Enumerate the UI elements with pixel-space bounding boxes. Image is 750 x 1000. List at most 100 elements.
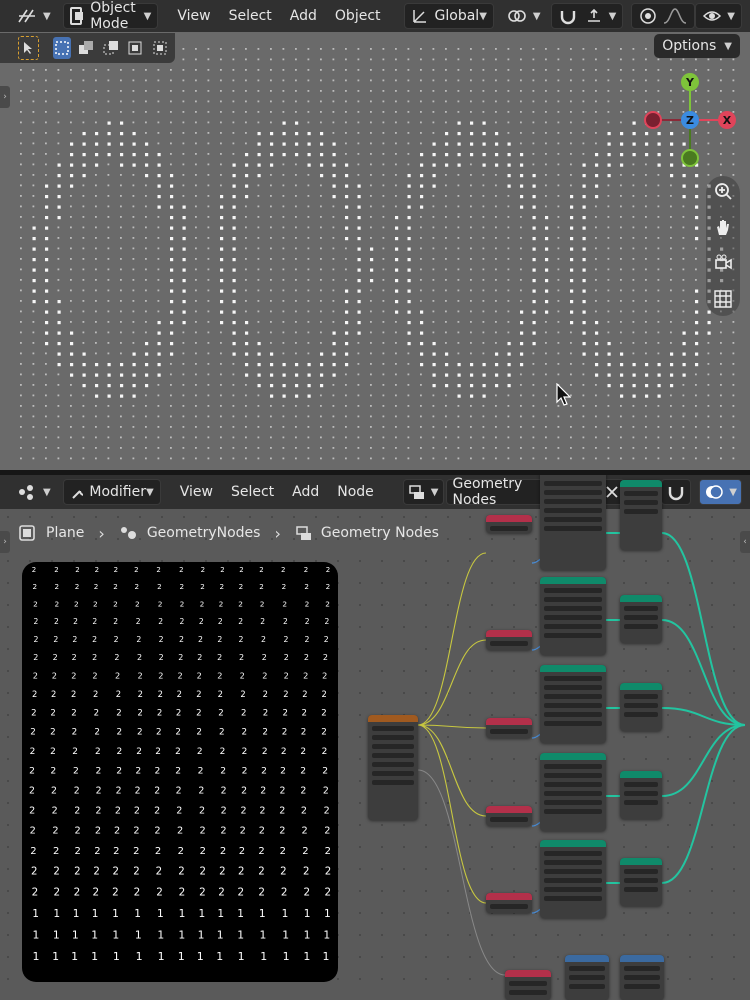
point: [257, 373, 261, 377]
select-subtract-button[interactable]: [102, 37, 121, 59]
point: [395, 457, 397, 460]
string-to-curves-node[interactable]: [540, 753, 606, 831]
point: [482, 142, 486, 146]
select-new-button[interactable]: [52, 37, 71, 59]
point: [270, 258, 272, 260]
point: [257, 216, 260, 218]
point: [70, 174, 74, 178]
select-extend-button[interactable]: [77, 37, 96, 59]
fill-curve-node[interactable]: [620, 480, 662, 550]
point: [632, 310, 635, 313]
separate-xyz-node[interactable]: [565, 955, 609, 1000]
string-to-curves-node[interactable]: [540, 840, 606, 918]
preview-glyph: 2: [241, 785, 247, 796]
point: [607, 195, 610, 197]
axis-x-handle[interactable]: X: [718, 111, 736, 129]
string-to-curves-node[interactable]: [540, 665, 606, 743]
point: [607, 163, 611, 167]
point: [607, 121, 610, 124]
point: [545, 279, 549, 283]
toolbar-expand-tab[interactable]: ›: [0, 86, 10, 108]
select-tool-button[interactable]: [18, 36, 39, 60]
geometry-node-editor[interactable]: ▼ Modifier ▼ View Select Add Node ▼ Geom…: [0, 475, 750, 1000]
visibility-dropdown[interactable]: ▼: [695, 3, 742, 29]
string-node[interactable]: [486, 806, 532, 826]
point: [307, 342, 310, 344]
options-dropdown[interactable]: Options ▼: [654, 34, 740, 58]
point: [207, 153, 210, 155]
string-to-curves-node[interactable]: [540, 577, 606, 655]
point: [407, 289, 411, 293]
point: [732, 405, 735, 407]
point: [432, 405, 435, 407]
preview-glyph: 2: [259, 805, 265, 816]
point: [307, 69, 310, 71]
point: [232, 195, 236, 199]
point: [495, 174, 497, 176]
menu-object[interactable]: Object: [326, 4, 390, 28]
point: [332, 237, 335, 239]
preview-glyph: 1: [136, 950, 143, 963]
point: [545, 394, 547, 397]
axis-z-handle[interactable]: Z: [681, 111, 699, 129]
editor-type-button[interactable]: ▼: [10, 4, 57, 28]
position-node[interactable]: [505, 970, 551, 1000]
node-header: [620, 480, 662, 487]
point: [495, 247, 497, 250]
axis-neg-y-handle[interactable]: [681, 149, 699, 167]
string-node[interactable]: [486, 515, 532, 533]
point: [345, 310, 349, 314]
menu-view[interactable]: View: [168, 4, 219, 28]
preview-glyph: 2: [96, 785, 102, 796]
menu-select[interactable]: Select: [220, 4, 281, 28]
preview-glyph: 2: [179, 635, 184, 644]
proportional-edit-group[interactable]: [631, 3, 696, 29]
point: [720, 321, 722, 323]
fill-curve-node[interactable]: [620, 858, 662, 906]
point: [20, 205, 22, 208]
ortho-toggle-button[interactable]: [708, 284, 738, 314]
axis-neg-x-handle[interactable]: [644, 111, 662, 129]
fill-curve-node[interactable]: [620, 595, 662, 643]
point: [32, 237, 36, 241]
point: [307, 247, 310, 250]
point: [495, 111, 497, 113]
3d-viewport[interactable]: ▼ Object Mode ▼ View Select Add Object G…: [0, 0, 750, 470]
grid-icon: [714, 290, 732, 308]
point: [507, 405, 510, 407]
transform-orientation-dropdown[interactable]: Global ▼: [403, 3, 494, 29]
point: [495, 100, 497, 103]
string-node[interactable]: [486, 718, 532, 738]
string-node[interactable]: [486, 893, 532, 913]
point: [232, 226, 236, 230]
zoom-button[interactable]: [708, 176, 738, 206]
math-node[interactable]: [620, 955, 664, 1000]
string-node[interactable]: [486, 630, 532, 650]
point: [532, 69, 535, 71]
camera-view-button[interactable]: [708, 248, 738, 278]
point: [107, 300, 110, 302]
axis-y-handle[interactable]: Y: [681, 73, 699, 91]
menu-add[interactable]: Add: [281, 4, 326, 28]
point: [182, 153, 185, 155]
point: [432, 321, 435, 323]
noise-texture-node[interactable]: [368, 715, 418, 820]
point: [45, 121, 47, 124]
select-intersect-button[interactable]: [151, 37, 170, 59]
point: [332, 268, 335, 271]
fill-curve-node[interactable]: [620, 771, 662, 819]
node-field: [624, 703, 658, 708]
pan-button[interactable]: [708, 212, 738, 242]
point: [532, 226, 536, 230]
point: [457, 373, 461, 377]
point: [707, 436, 710, 439]
node-field: [624, 887, 658, 892]
mode-dropdown[interactable]: Object Mode ▼: [62, 0, 159, 32]
string-to-curves-node[interactable]: [540, 475, 606, 570]
point: [432, 447, 435, 449]
fill-curve-node[interactable]: [620, 683, 662, 731]
select-invert-button[interactable]: [126, 37, 145, 59]
point: [45, 289, 49, 293]
pivot-dropdown[interactable]: ▼: [500, 4, 547, 28]
snap-group[interactable]: ▼: [550, 3, 624, 29]
